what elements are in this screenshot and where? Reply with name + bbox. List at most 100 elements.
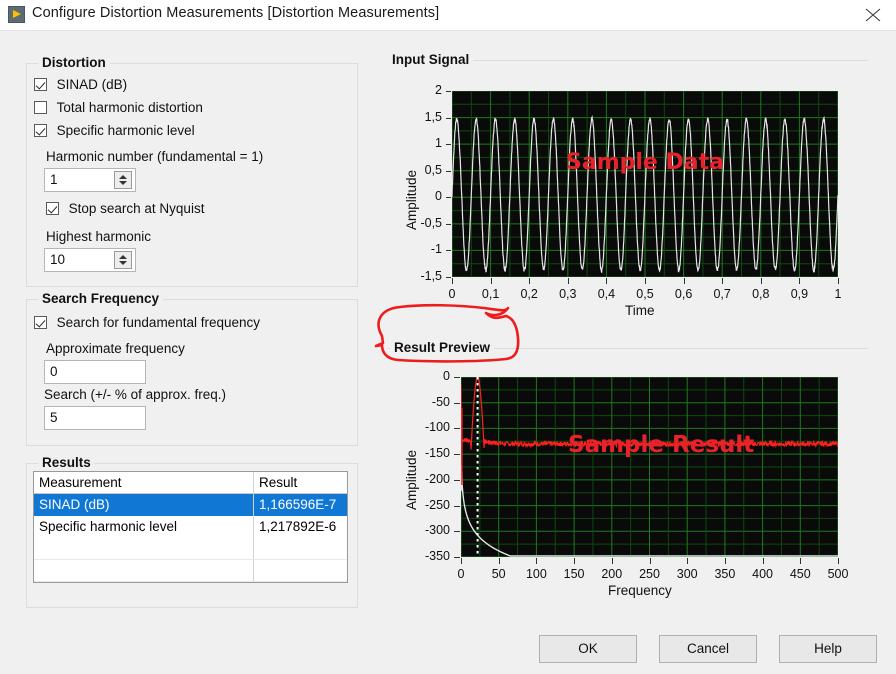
input-signal-xtick-mark [760, 278, 762, 284]
checkbox-sinad-label: SINAD (dB) [56, 77, 128, 92]
input-signal-ytick-mark [446, 250, 451, 252]
result-preview-ytick: -300 [424, 523, 450, 538]
cell-measurement: Specific harmonic level [34, 516, 254, 538]
input-signal-ytick: 1,5 [424, 109, 442, 124]
result-preview-plot[interactable] [461, 377, 838, 557]
input-signal-ytick: -1,5 [420, 269, 442, 283]
input-signal-xtick-mark [722, 278, 724, 284]
close-icon[interactable] [850, 0, 896, 30]
checkbox-search-fundamental-frequency[interactable]: Search for fundamental frequency [34, 315, 260, 330]
search-percent-input[interactable]: 5 [44, 406, 146, 430]
result-preview-ytick-mark [454, 505, 460, 507]
input-signal-xtick: 0,8 [752, 287, 770, 301]
result-preview-xtick-mark [838, 558, 839, 564]
checkbox-specific-harmonic-level-box[interactable] [34, 124, 47, 137]
highest-harmonic-spin-buttons[interactable] [114, 251, 132, 269]
highest-harmonic-value: 10 [50, 252, 66, 267]
checkbox-specific-harmonic-level-label: Specific harmonic level [56, 123, 195, 138]
input-signal-ytick-mark [446, 170, 451, 172]
harmonic-number-spin-buttons[interactable] [114, 171, 132, 189]
approximate-frequency-label: Approximate frequency [46, 341, 185, 356]
result-preview-ytick-mark [454, 454, 460, 456]
result-preview-xtick: 500 [827, 567, 849, 581]
input-signal-xtick-mark [799, 278, 801, 284]
cell-result: 1,166596E-7 [259, 497, 337, 512]
checkbox-sinad[interactable]: SINAD (dB) [34, 77, 127, 92]
highest-harmonic-label: Highest harmonic [46, 229, 152, 244]
harmonic-number-stepper[interactable]: 1 [44, 168, 136, 192]
input-signal-xtick: 0,4 [597, 287, 616, 301]
checkbox-search-fundamental-frequency-label: Search for fundamental frequency [56, 315, 260, 330]
column-header-result: Result [259, 475, 298, 490]
table-row-empty[interactable] [34, 560, 347, 582]
input-signal-ytick-mark [446, 144, 451, 146]
input-signal-xtick-mark [452, 278, 453, 284]
input-signal-xtick: 1 [834, 287, 842, 301]
input-signal-xtick-mark [606, 278, 608, 284]
input-signal-xtick: 0 [448, 287, 456, 301]
input-signal-ytick: 1 [435, 136, 442, 151]
result-preview-xlabel: Frequency [608, 583, 672, 598]
result-preview-ytick: -150 [424, 446, 450, 461]
result-preview-ytick-mark [454, 479, 460, 481]
result-preview-ytick-mark [454, 402, 460, 404]
input-signal-ytick: -0,5 [420, 215, 442, 230]
checkbox-stop-search-at-nyquist-box[interactable] [46, 202, 59, 215]
input-signal-xtick: 0,1 [481, 287, 500, 301]
input-signal-ytick: 0,5 [424, 162, 442, 177]
result-preview-xtick-mark [724, 558, 726, 564]
input-signal-ytick: -1 [430, 242, 442, 257]
input-signal-xtick: 0,5 [636, 287, 654, 301]
input-signal-ytick-mark [446, 117, 451, 119]
input-signal-xtick: 0,2 [520, 287, 538, 301]
approximate-frequency-input[interactable]: 0 [44, 360, 146, 384]
distortion-group: Distortion SINAD (dB) Total harmonic dis… [26, 55, 358, 287]
checkbox-search-fundamental-frequency-box[interactable] [34, 316, 47, 329]
result-preview-ytick: -100 [424, 420, 450, 435]
input-signal-xlabel: Time [625, 303, 655, 318]
checkbox-stop-search-at-nyquist[interactable]: Stop search at Nyquist [46, 201, 204, 216]
checkbox-sinad-box[interactable] [34, 78, 47, 91]
result-preview-xtick-mark [800, 558, 802, 564]
ok-button[interactable]: OK [539, 635, 637, 663]
checkbox-total-harmonic-distortion[interactable]: Total harmonic distortion [34, 100, 203, 115]
search-percent-value: 5 [50, 410, 58, 425]
checkbox-specific-harmonic-level[interactable]: Specific harmonic level [34, 123, 195, 138]
input-signal-xtick: 0,9 [790, 287, 809, 301]
table-row[interactable]: SINAD (dB) 1,166596E-7 [34, 494, 347, 516]
result-preview-xtick-mark [498, 558, 500, 564]
input-signal-title: Input Signal [388, 52, 474, 67]
cancel-button[interactable]: Cancel [659, 635, 757, 663]
search-percent-label: Search (+/- % of approx. freq.) [44, 387, 226, 402]
input-signal-xtick-mark [490, 278, 492, 284]
result-preview-ytick: 0 [443, 369, 450, 383]
results-group: Results Measurement Result SINAD (dB) 1,… [26, 455, 358, 608]
result-preview-ytick-mark [454, 377, 460, 378]
input-signal-xtick: 0,6 [674, 287, 693, 301]
table-row[interactable]: Specific harmonic level 1,217892E-6 [34, 516, 347, 538]
input-signal-ytick: 2 [435, 83, 442, 97]
input-signal-xtick-mark [567, 278, 569, 284]
results-table[interactable]: Measurement Result SINAD (dB) 1,166596E-… [33, 471, 348, 583]
result-preview-ytick: -50 [431, 394, 450, 409]
result-preview-xtick-mark [461, 558, 462, 564]
checkbox-total-harmonic-distortion-box[interactable] [34, 101, 47, 114]
title-bar: Configure Distortion Measurements [Disto… [0, 0, 896, 31]
labview-run-icon [8, 6, 25, 23]
checkbox-total-harmonic-distortion-label: Total harmonic distortion [56, 100, 203, 115]
input-signal-xtick-mark [529, 278, 531, 284]
input-signal-xtick: 0,7 [713, 287, 731, 301]
result-preview-ytick: -250 [424, 497, 450, 512]
help-button[interactable]: Help [779, 635, 877, 663]
table-row-empty[interactable] [34, 538, 347, 560]
result-preview-xtick-mark [536, 558, 538, 564]
input-signal-ytick: 0 [435, 189, 442, 204]
result-preview-ytick: -200 [424, 471, 450, 486]
search-frequency-group: Search Frequency Search for fundamental … [26, 291, 358, 446]
input-signal-plot[interactable] [452, 91, 838, 277]
result-preview-ytick-mark [454, 428, 460, 430]
input-signal-xtick: 0,3 [559, 287, 577, 301]
highest-harmonic-stepper[interactable]: 10 [44, 248, 136, 272]
harmonic-number-value: 1 [50, 172, 58, 187]
result-preview-ytick-mark [454, 531, 460, 533]
